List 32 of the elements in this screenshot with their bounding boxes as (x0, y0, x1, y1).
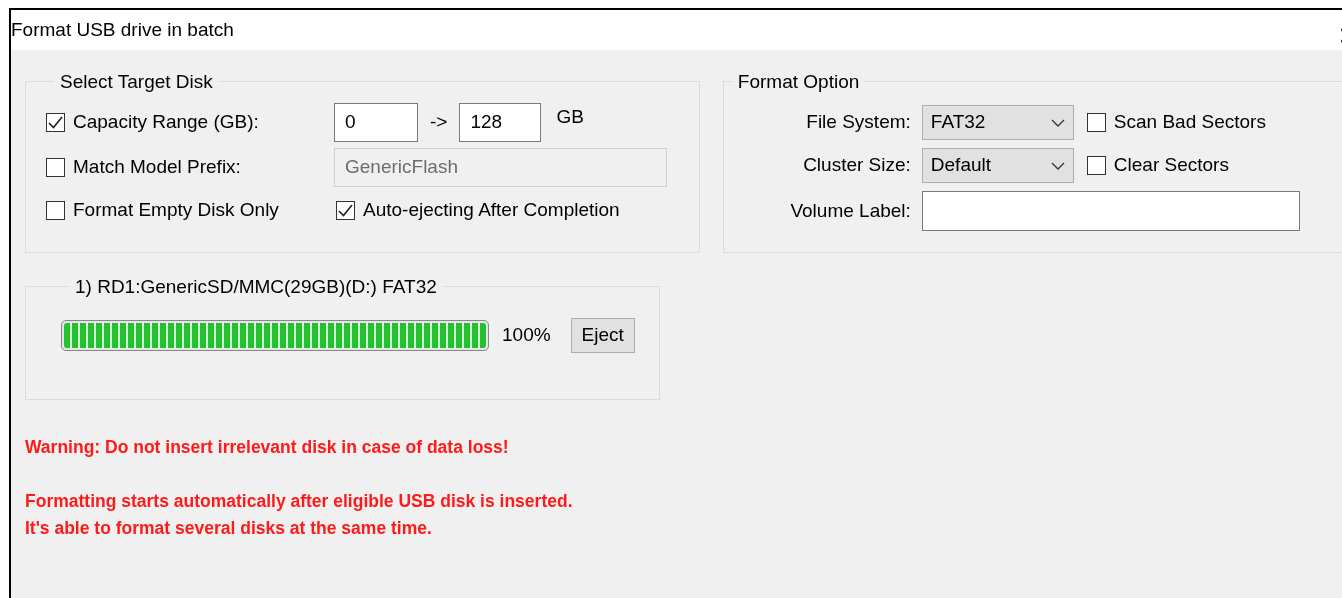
chevron-icon (1050, 161, 1065, 170)
progress-percent: 100% (502, 323, 551, 348)
checkbox[interactable] (336, 200, 355, 220)
checkbox[interactable] (1086, 156, 1106, 175)
checkbox[interactable] (46, 200, 65, 220)
file-system-dropdown[interactable]: FAT32 (921, 105, 1074, 140)
range-from-field[interactable]: 0 (334, 103, 418, 142)
cluster-size-dropdown[interactable]: Default (921, 148, 1074, 183)
checkbox[interactable] (46, 113, 65, 132)
eject-button[interactable]: Eject (570, 318, 635, 353)
checkbox-label: Capacity Range (GB): (73, 110, 259, 135)
volume-label-field[interactable] (921, 191, 1300, 231)
warning-text: Warning: Do not insert irrelevant disk in case of data loss! (25, 436, 510, 459)
window-title: Format USB drive in batch (11, 17, 234, 42)
warning-text: It's able to format several disks at the same time. (25, 517, 433, 540)
field-label: Cluster Size: (802, 153, 911, 178)
warning-text: Formatting starts automatically after eligible USB disk is inserted. (25, 490, 574, 513)
checkbox[interactable] (1086, 113, 1106, 132)
checkbox-label: Scan Bad Sectors (1113, 110, 1266, 135)
unit-label: GB (556, 105, 584, 129)
field-label: Volume Label: (789, 198, 911, 223)
group-title: Select Target Disk (59, 72, 214, 91)
group-title: Format Option (736, 72, 861, 91)
range-to-field[interactable]: 128 (459, 103, 542, 142)
range-arrow: -> (430, 110, 448, 135)
field-label: File System: (805, 110, 911, 135)
chevron-icon (1050, 118, 1065, 127)
checkbox-label: Format Empty Disk Only (73, 198, 279, 222)
disk-title: 1) RD1:GenericSD/MMC(29GB)(D:) FAT32 (74, 277, 438, 296)
checkbox-label: Auto-ejecting After Completion (363, 198, 620, 222)
checkbox-label: Clear Sectors (1113, 153, 1229, 178)
checkbox-label: Match Model Prefix: (73, 155, 241, 180)
